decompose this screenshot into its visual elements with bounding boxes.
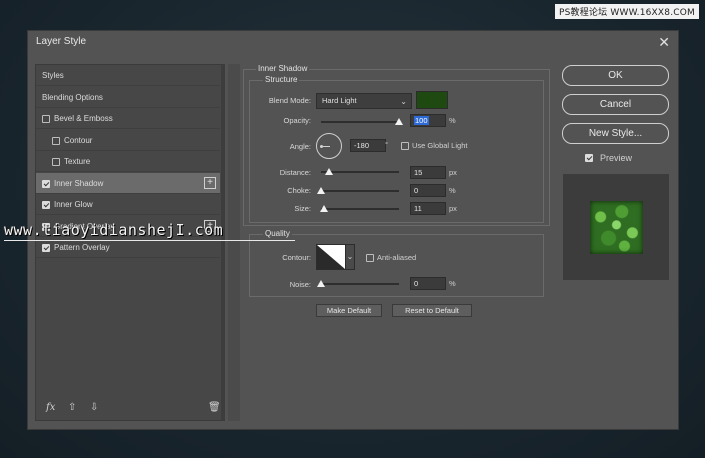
reset-to-default-button[interactable]: Reset to Default	[392, 304, 472, 317]
size-input[interactable]: 11	[410, 202, 446, 215]
contour-curve	[317, 245, 345, 269]
size-slider-knob[interactable]	[320, 205, 329, 212]
use-global-light-label: Use Global Light	[412, 141, 468, 150]
use-global-light-checkbox[interactable]	[401, 142, 409, 150]
style-item-label: Texture	[64, 157, 91, 166]
angle-unit: °	[385, 140, 388, 149]
style-list-panel: Styles Blending Options Bevel & Emboss Cont…	[35, 64, 225, 421]
make-default-button[interactable]: Make Default	[316, 304, 382, 317]
style-item-checkbox[interactable]	[42, 179, 50, 188]
style-item-inner-shadow[interactable]: Inner Shadow +	[36, 172, 220, 194]
style-item-label: Bevel & Emboss	[54, 114, 113, 123]
style-item-texture[interactable]: Texture	[36, 151, 220, 172]
close-icon[interactable]: ✕	[658, 34, 670, 50]
style-item-label: Contour	[64, 135, 93, 145]
style-item-inner-glow[interactable]: Inner Glow	[36, 194, 220, 215]
quality-title: Quality	[263, 229, 292, 238]
style-list-footer: fx ⇧ ⇩ 🗑	[36, 400, 221, 416]
opacity-label: Opacity:	[283, 116, 311, 125]
distance-input[interactable]: 15	[410, 166, 446, 179]
cancel-button[interactable]: Cancel	[562, 94, 669, 115]
distance-slider-knob[interactable]	[324, 168, 333, 175]
blend-mode-label: Blend Mode:	[268, 96, 311, 105]
size-label: Size:	[294, 204, 311, 213]
style-item-checkbox[interactable]	[52, 136, 60, 145]
fx-icon[interactable]: fx	[46, 402, 55, 413]
contour-label: Contour:	[282, 253, 311, 262]
choke-input[interactable]: 0	[410, 184, 446, 197]
anti-aliased-checkbox[interactable]	[366, 254, 374, 262]
style-item-checkbox[interactable]	[42, 115, 50, 123]
style-item-label: Blending Options	[42, 92, 103, 102]
preview-label: Preview	[600, 153, 633, 163]
choke-slider-knob[interactable]	[317, 187, 325, 194]
size-slider-track[interactable]	[321, 208, 399, 210]
choke-slider-track[interactable]	[321, 190, 399, 192]
style-item-bevel-emboss[interactable]: Bevel & Emboss	[36, 108, 220, 129]
noise-slider-track[interactable]	[321, 283, 399, 285]
angle-input[interactable]: -180	[350, 139, 386, 152]
style-item-checkbox[interactable]	[42, 244, 50, 252]
site-watermark-mid: www.tiaoyidianshejI.com	[4, 221, 224, 239]
arrow-down-icon[interactable]: ⇩	[90, 402, 98, 413]
arrow-up-icon[interactable]: ⇧	[68, 402, 76, 413]
blend-mode-select[interactable]: Hard Light ⌄	[316, 93, 412, 109]
inner-shadow-title: Inner Shadow	[256, 64, 310, 73]
distance-label: Distance:	[279, 168, 311, 177]
dialog-title: Layer Style	[36, 36, 87, 47]
style-item-checkbox[interactable]	[42, 201, 50, 209]
style-list-scrollbar[interactable]	[221, 65, 225, 420]
panel-divider	[228, 64, 240, 421]
choke-label: Choke:	[287, 186, 311, 195]
noise-slider-knob[interactable]	[317, 280, 325, 287]
angle-dial[interactable]	[316, 133, 342, 159]
trash-icon[interactable]: 🗑	[208, 402, 221, 413]
noise-label: Noise:	[289, 280, 311, 289]
anti-aliased-label: Anti-aliased	[377, 253, 417, 262]
style-item-checkbox[interactable]	[52, 158, 60, 166]
style-item-blending-options[interactable]: Blending Options	[36, 87, 220, 108]
dialog-titlebar: Layer Style	[28, 31, 678, 53]
style-item-label: Styles	[42, 71, 64, 80]
angle-label: Angle:	[289, 142, 311, 151]
structure-title: Structure	[263, 75, 300, 84]
preview-thumbnail	[590, 201, 643, 254]
ok-button[interactable]: OK	[562, 65, 669, 86]
choke-unit: %	[449, 186, 456, 195]
contour-picker[interactable]	[316, 244, 346, 270]
noise-input[interactable]: 0	[410, 277, 446, 290]
opacity-unit: %	[449, 116, 456, 125]
style-item-contour[interactable]: Contour	[36, 130, 220, 151]
new-style-button[interactable]: New Style...	[562, 123, 669, 144]
add-effect-icon[interactable]: +	[204, 176, 216, 189]
noise-unit: %	[449, 279, 456, 288]
style-preview	[563, 174, 669, 280]
style-item-label: Inner Glow	[54, 200, 93, 209]
angle-dial-dot	[320, 145, 323, 148]
style-item-label: Inner Shadow	[54, 178, 104, 188]
watermark-underline	[4, 240, 295, 241]
chevron-down-icon: ⌄	[400, 97, 407, 106]
distance-unit: px	[449, 168, 457, 177]
contour-dropdown-arrow[interactable]: ⌄	[345, 244, 355, 270]
blend-mode-value: Hard Light	[322, 96, 357, 105]
opacity-input[interactable]: 100	[410, 114, 446, 127]
preview-checkbox[interactable]	[585, 154, 593, 162]
opacity-slider-track[interactable]	[321, 121, 399, 123]
size-unit: px	[449, 204, 457, 213]
site-watermark-top: PS教程论坛 WWW.16XX8.COM	[554, 4, 699, 19]
opacity-slider-knob[interactable]	[395, 118, 403, 125]
style-item-styles[interactable]: Styles	[36, 65, 220, 86]
shadow-color-swatch[interactable]	[416, 91, 448, 109]
